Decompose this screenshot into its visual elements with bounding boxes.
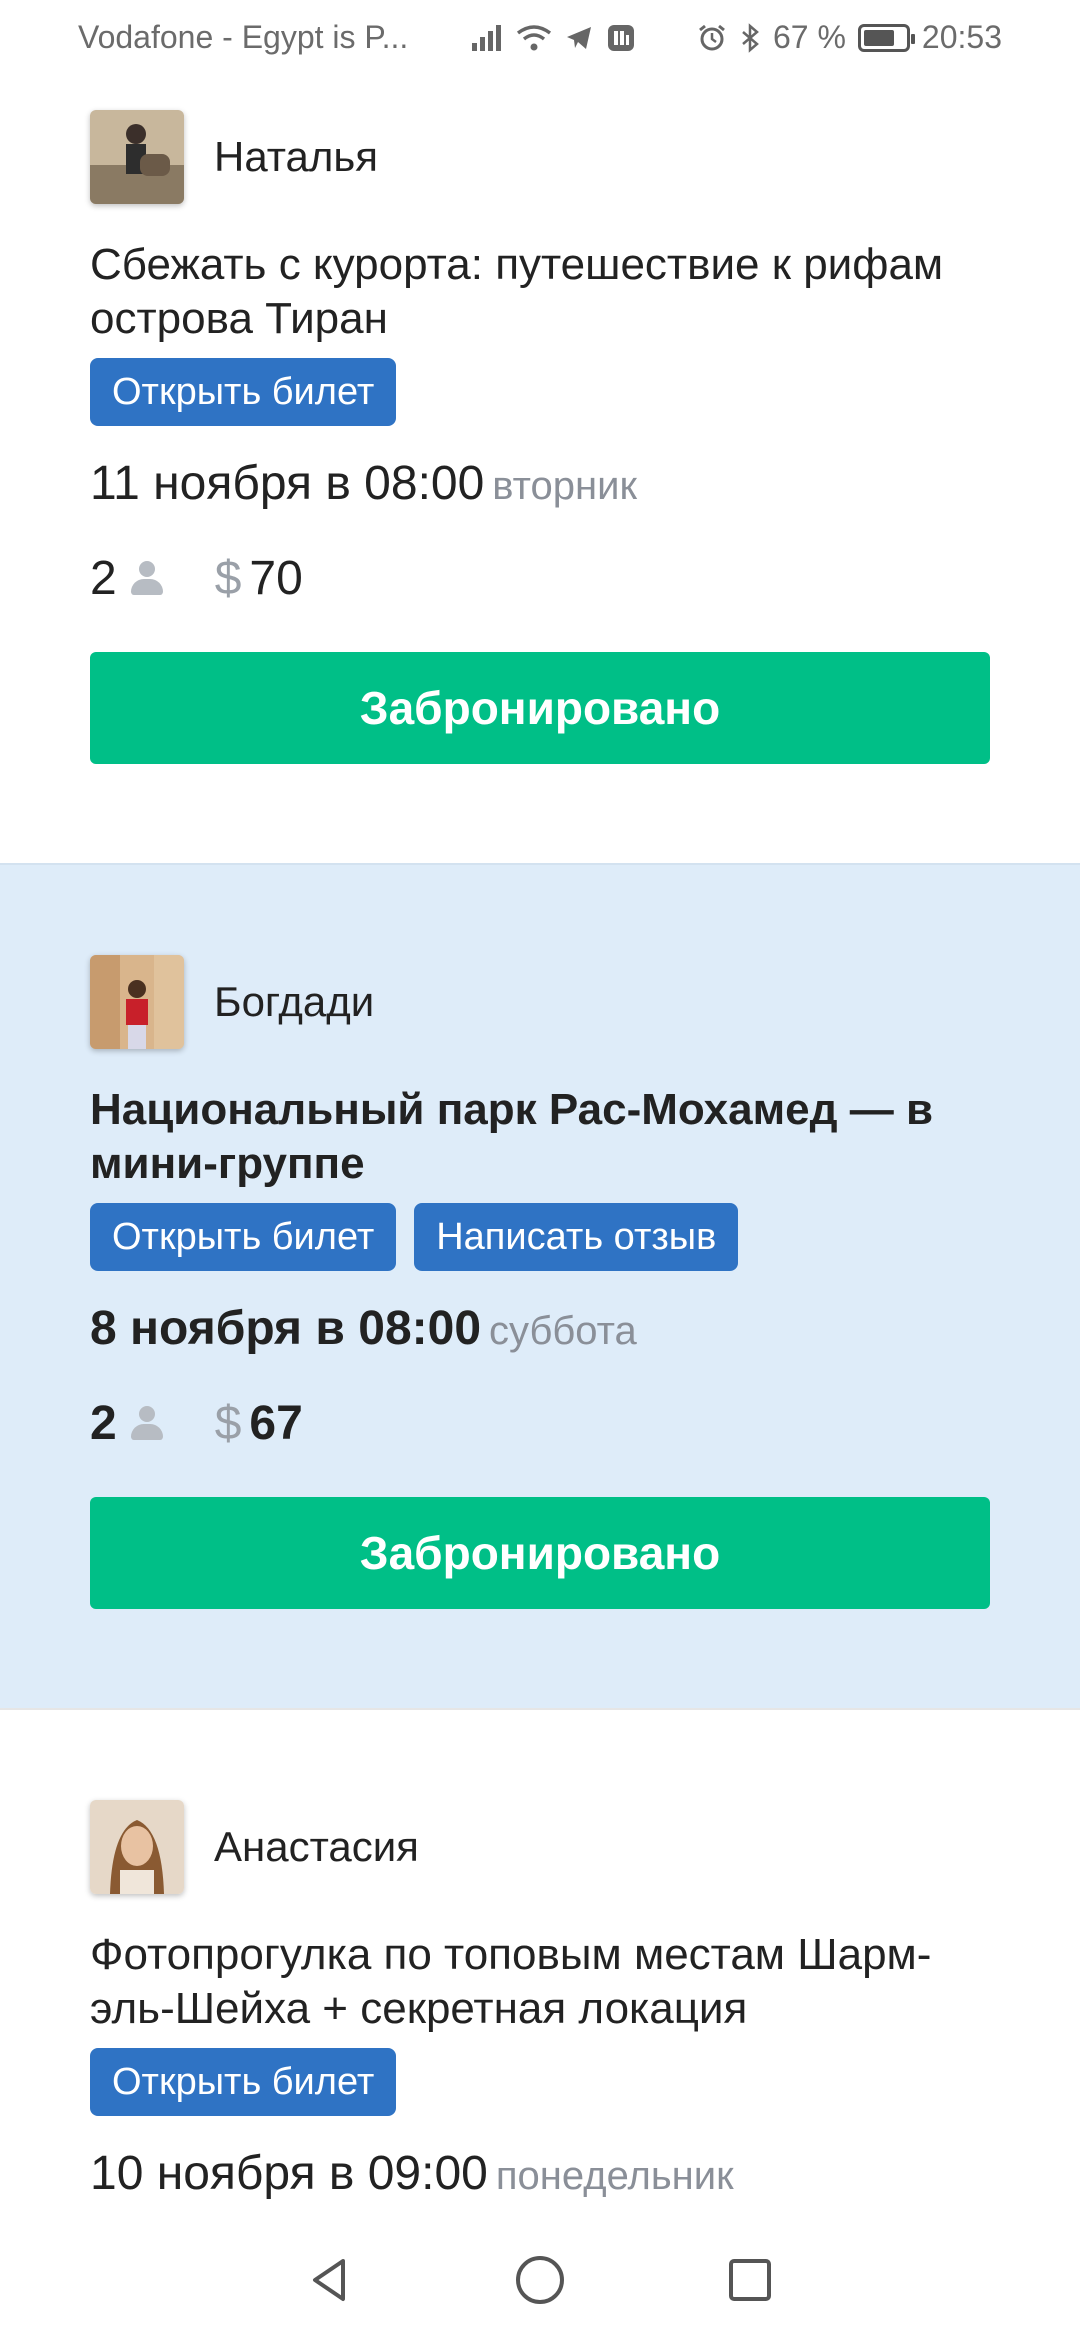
date-time: 11 ноября в 08:00: [90, 457, 485, 510]
write-review-button[interactable]: Написать отзыв: [414, 1203, 739, 1271]
back-triangle-icon: [313, 2259, 345, 2301]
guide-info: Наталья: [90, 75, 990, 204]
avatar: [90, 1800, 184, 1894]
weekday: суббота: [489, 1309, 637, 1353]
clock: 20:53: [921, 19, 1002, 55]
recents-square-icon: [729, 2259, 771, 2301]
guide-name: Наталья: [214, 133, 379, 180]
weekday: вторник: [492, 464, 637, 508]
open-ticket-button[interactable]: Открыть билет: [90, 2048, 397, 2116]
person-icon: [129, 1405, 165, 1442]
tour-date: 8 ноября в 08:00 суббота: [90, 1301, 990, 1356]
date-time: 8 ноября в 08:00: [90, 1302, 482, 1355]
persons-count: 2: [90, 1397, 117, 1450]
tour-title: Фотопрогулка по топовым местам Шарм-эль-…: [90, 1930, 932, 2033]
guide-name: Анастасия: [214, 1823, 419, 1870]
ticket-actions: Открыть билет Написать отзыв: [90, 1203, 990, 1271]
signal-icon: [471, 24, 501, 51]
tour-title: Национальный парк Рас-Мохамед — в мини-г…: [90, 1085, 934, 1188]
booking-meta: 2 $ 70: [90, 551, 990, 606]
wifi-icon: [516, 24, 551, 50]
booking-meta: 2 $ 67: [90, 1396, 990, 1451]
guide-info: Богдади: [90, 865, 990, 1049]
tour-title: Сбежать с курорта: путешествие к рифам о…: [90, 240, 944, 343]
guide-name: Богдади: [214, 978, 375, 1025]
booked-button[interactable]: Забронировано: [90, 652, 990, 764]
booking-card: Анастасия Фотопрогулка по топовым местам…: [0, 1708, 1080, 2258]
system-nav-bar: [0, 2220, 1080, 2340]
guide-info: Анастасия: [90, 1710, 990, 1894]
telegram-icon: [566, 26, 591, 49]
price: 70: [249, 552, 303, 605]
bookings-feed: Наталья Сбежать с курорта: путешествие к…: [0, 75, 1080, 2258]
person-icon: [129, 560, 165, 597]
alarm-icon: [699, 24, 725, 50]
status-icons: [470, 23, 636, 53]
ticket-actions: Открыть билет: [90, 358, 990, 426]
open-ticket-button[interactable]: Открыть билет: [90, 1203, 397, 1271]
bluetooth-icon: [742, 22, 759, 53]
avatar: [90, 110, 184, 204]
persons-count: 2: [90, 552, 117, 605]
home-button[interactable]: [510, 2250, 570, 2310]
status-right: 67 % 20:53: [697, 19, 1002, 56]
date-time: 10 ноября в 09:00: [90, 2147, 488, 2200]
dollar-icon: $: [214, 1397, 242, 1450]
booking-card: Наталья Сбежать с курорта: путешествие к…: [0, 75, 1080, 863]
status-bar: Vodafone - Egypt is P... 67 % 20:53: [0, 0, 1080, 75]
avatar: [90, 955, 184, 1049]
back-button[interactable]: [300, 2250, 360, 2310]
tour-date: 10 ноября в 09:00 понедельник: [90, 2146, 990, 2201]
recents-button[interactable]: [720, 2250, 780, 2310]
booking-card: Богдади Национальный парк Рас-Мохамед — …: [0, 863, 1080, 1708]
carrier-name: Vodafone - Egypt is P...: [78, 19, 409, 55]
tour-date: 11 ноября в 08:00 вторник: [90, 456, 990, 511]
booked-button[interactable]: Забронировано: [90, 1497, 990, 1609]
weekday: понедельник: [495, 2154, 734, 2198]
home-circle-icon: [516, 2256, 564, 2304]
price: 67: [249, 1397, 303, 1450]
ticket-actions: Открыть билет: [90, 2048, 990, 2116]
battery-percent: 67 %: [772, 19, 846, 55]
battery-icon: [857, 23, 915, 52]
open-ticket-button[interactable]: Открыть билет: [90, 358, 397, 426]
app-notification-icon: [607, 24, 634, 51]
dollar-icon: $: [214, 552, 242, 605]
